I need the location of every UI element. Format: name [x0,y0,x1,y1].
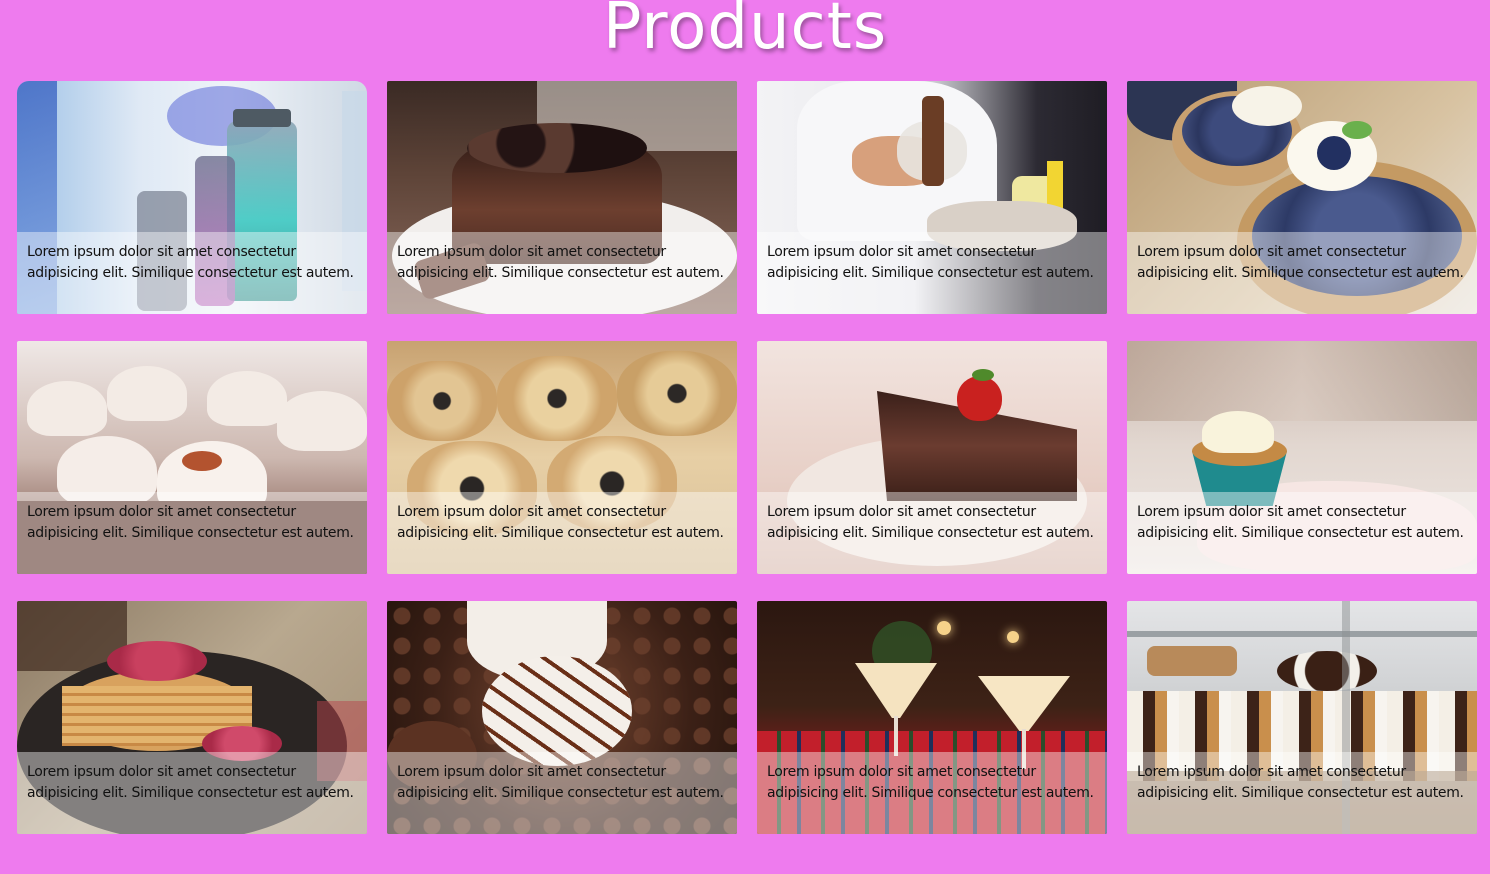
product-card[interactable]: Lorem ipsum dolor sit amet consectetur a… [757,81,1107,314]
product-card[interactable]: Lorem ipsum dolor sit amet consectetur a… [387,81,737,314]
product-card[interactable]: Lorem ipsum dolor sit amet consectetur a… [17,341,367,574]
product-card[interactable]: Lorem ipsum dolor sit amet consectetur a… [1127,601,1477,834]
product-caption: Lorem ipsum dolor sit amet consectetur a… [17,232,367,314]
product-card[interactable]: Lorem ipsum dolor sit amet consectetur a… [387,601,737,834]
product-grid: Lorem ipsum dolor sit amet consectetur a… [17,81,1477,834]
product-caption: Lorem ipsum dolor sit amet consectetur a… [757,492,1107,574]
product-card[interactable]: Lorem ipsum dolor sit amet consectetur a… [387,341,737,574]
product-caption: Lorem ipsum dolor sit amet consectetur a… [387,232,737,314]
product-card[interactable]: Lorem ipsum dolor sit amet consectetur a… [757,601,1107,834]
product-caption: Lorem ipsum dolor sit amet consectetur a… [1127,232,1477,314]
product-card[interactable]: Lorem ipsum dolor sit amet consectetur a… [757,341,1107,574]
product-card[interactable]: Lorem ipsum dolor sit amet consectetur a… [17,601,367,834]
product-caption: Lorem ipsum dolor sit amet consectetur a… [387,752,737,834]
product-caption: Lorem ipsum dolor sit amet consectetur a… [1127,492,1477,574]
product-caption: Lorem ipsum dolor sit amet consectetur a… [757,752,1107,834]
product-caption: Lorem ipsum dolor sit amet consectetur a… [17,752,367,834]
product-caption: Lorem ipsum dolor sit amet consectetur a… [17,492,367,574]
product-card[interactable]: Lorem ipsum dolor sit amet consectetur a… [1127,341,1477,574]
product-caption: Lorem ipsum dolor sit amet consectetur a… [757,232,1107,314]
product-card[interactable]: Lorem ipsum dolor sit amet consectetur a… [1127,81,1477,314]
product-caption: Lorem ipsum dolor sit amet consectetur a… [387,492,737,574]
page-title: Products [602,0,888,64]
product-card[interactable]: Lorem ipsum dolor sit amet consectetur a… [17,81,367,314]
product-caption: Lorem ipsum dolor sit amet consectetur a… [1127,752,1477,834]
